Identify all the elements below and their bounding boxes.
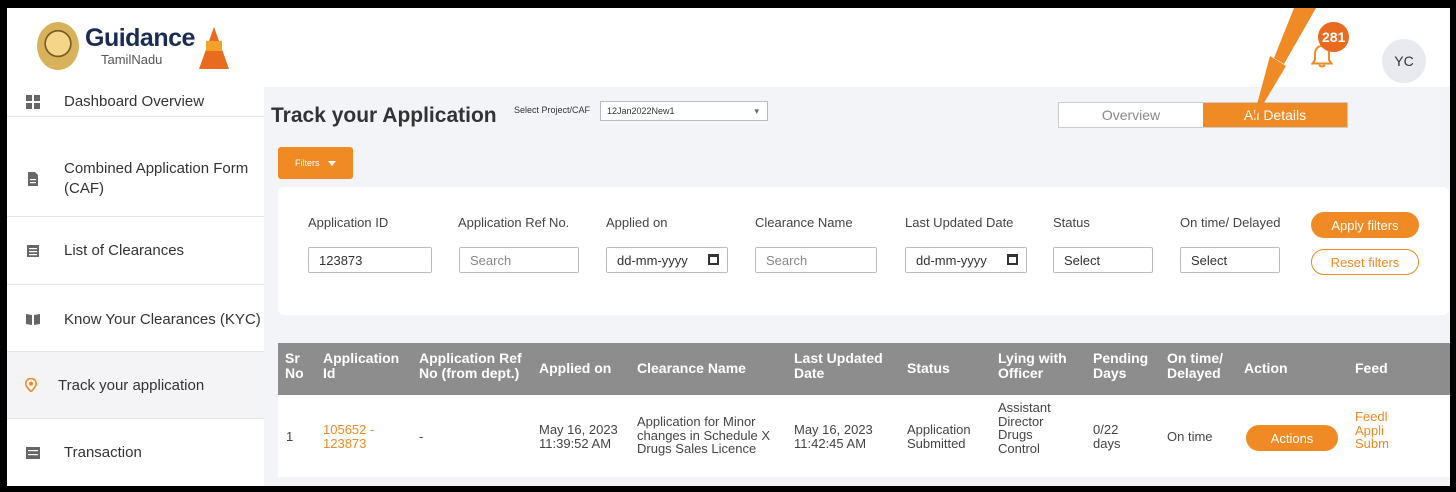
cell-status: Application Submitted <box>907 422 971 451</box>
document-icon <box>28 171 38 186</box>
sidebar-item-dashboard[interactable]: Dashboard Overview <box>7 87 264 117</box>
cell-lying-with: Assistant Director Drugs Control <box>998 400 1051 456</box>
col-sr: Sr No <box>285 350 304 381</box>
sidebar: Dashboard Overview Combined Application … <box>7 87 264 486</box>
filters-button[interactable]: Filters <box>278 147 353 179</box>
transaction-icon <box>26 446 40 459</box>
clearance-name-input[interactable]: Search <box>755 247 877 273</box>
tamilnadu-emblem-icon <box>37 22 79 70</box>
table-header: Sr No Application Id Application Ref No (fr… <box>278 343 1450 395</box>
application-id-input[interactable]: 123873 <box>308 247 432 273</box>
apply-filters-button[interactable]: Apply filters <box>1311 212 1419 238</box>
col-feedback: Feed <box>1355 360 1388 376</box>
sidebar-item-clearances[interactable]: List of Clearances <box>7 217 264 285</box>
main-content: Track your Application Select Project/CA… <box>264 87 1450 486</box>
notification-badge: 281 <box>1318 22 1350 52</box>
col-lying-with: Lying with Officer <box>998 350 1067 381</box>
sidebar-item-label: Know Your Clearances (KYC) <box>64 310 261 328</box>
col-application-id: Application Id <box>323 350 400 381</box>
sidebar-item-caf[interactable]: Combined Application Form (CAF) <box>7 141 264 217</box>
sidebar-item-label: Track your application <box>58 376 205 394</box>
ref-no-input[interactable]: Search <box>459 247 579 273</box>
sidebar-item-label: Dashboard Overview <box>64 93 205 110</box>
location-pin-icon <box>24 378 38 392</box>
col-ontime: On time/Delayed <box>1167 350 1224 381</box>
top-header: Guidance TamilNadu 281 YC <box>7 8 1450 87</box>
applied-on-value: dd-mm-yyyy <box>617 253 688 268</box>
filters-label: Filters <box>295 158 320 168</box>
clearance-name-label: Clearance Name <box>755 215 853 230</box>
sidebar-item-label: List of Clearances <box>64 242 185 259</box>
select-project-label: Select Project/CAF <box>514 105 591 115</box>
ontime-label: On time/ Delayed <box>1180 215 1281 230</box>
calendar-icon <box>708 254 719 265</box>
application-id-label: Application ID <box>308 215 389 230</box>
status-label: Status <box>1053 215 1090 230</box>
filter-panel: Application ID 123873 Application Ref No… <box>278 187 1449 315</box>
ontime-select[interactable]: Select <box>1180 247 1280 273</box>
cell-application-id-link[interactable]: 105652 -123873 <box>323 423 374 450</box>
sidebar-item-track[interactable]: Track your application <box>7 351 264 419</box>
notification-button[interactable]: 281 <box>1305 22 1350 70</box>
cell-applied-on: May 16, 2023 11:39:52 AM <box>539 422 618 451</box>
cell-feedback-link[interactable]: Feedl Appli Subm <box>1355 410 1389 451</box>
applied-on-label: Applied on <box>606 215 668 230</box>
book-icon <box>26 314 40 325</box>
ref-no-label: Application Ref No. <box>458 215 570 230</box>
sidebar-item-label: Transaction <box>64 444 142 461</box>
last-updated-date-input[interactable]: dd-mm-yyyy <box>905 247 1027 273</box>
cell-sr: 1 <box>286 429 294 444</box>
tab-all-details[interactable]: All Details <box>1203 103 1347 127</box>
cell-clearance-name: Application for Minor changes in Schedule… <box>637 414 770 457</box>
last-updated-value: dd-mm-yyyy <box>916 253 987 268</box>
brand-sub: TamilNadu <box>101 52 163 67</box>
cell-last-updated: May 16, 2023 11:42:45 AM <box>794 422 873 451</box>
sidebar-item-label: Combined Application Form (CAF) <box>64 160 249 197</box>
caret-down-icon <box>327 160 336 166</box>
col-pending-days: Pending Days <box>1093 350 1149 381</box>
actions-button[interactable]: Actions <box>1246 425 1338 451</box>
col-applied-on: Applied on <box>539 360 612 376</box>
sidebar-item-kyc[interactable]: Know Your Clearances (KYC) <box>7 285 264 353</box>
col-last-updated: Last Updated Date <box>794 350 883 381</box>
cell-ref-no: - <box>419 429 424 444</box>
page-title: Track your Application <box>271 104 497 127</box>
cell-pending-days: 0/22 days <box>1093 422 1121 451</box>
table-row: 1 105652 -123873 - May 16, 2023 11:39:52 … <box>278 395 1450 477</box>
sidebar-item-transaction[interactable]: Transaction <box>7 419 264 486</box>
last-updated-label: Last Updated Date <box>905 215 1014 230</box>
app-window: Guidance TamilNadu 281 YC Dashboard Over… <box>7 8 1450 486</box>
guidance-logo[interactable]: Guidance TamilNadu <box>37 22 229 70</box>
col-action: Action <box>1244 360 1288 376</box>
brand-name: Guidance <box>85 24 195 52</box>
tab-overview[interactable]: Overview <box>1059 103 1203 127</box>
reset-filters-button[interactable]: Reset filters <box>1311 249 1419 275</box>
col-ref-no: Application Ref No (from dept.) <box>419 350 522 381</box>
applied-on-date-input[interactable]: dd-mm-yyyy <box>606 247 728 273</box>
list-icon <box>27 244 39 257</box>
avatar[interactable]: YC <box>1382 39 1426 83</box>
calendar-icon <box>1007 254 1018 265</box>
brand-flame-icon <box>198 27 229 69</box>
dashboard-icon <box>26 94 40 109</box>
status-select[interactable]: Select <box>1053 247 1153 273</box>
cell-ontime: On time <box>1167 429 1213 444</box>
project-select[interactable]: 12Jan2022New1 ▾ <box>600 101 768 121</box>
col-clearance-name: Clearance Name <box>637 360 746 376</box>
col-status: Status <box>907 360 950 376</box>
project-select-value: 12Jan2022New1 <box>607 106 675 116</box>
view-toggle: Overview All Details <box>1058 102 1348 128</box>
chevron-down-icon: ▾ <box>754 106 759 116</box>
